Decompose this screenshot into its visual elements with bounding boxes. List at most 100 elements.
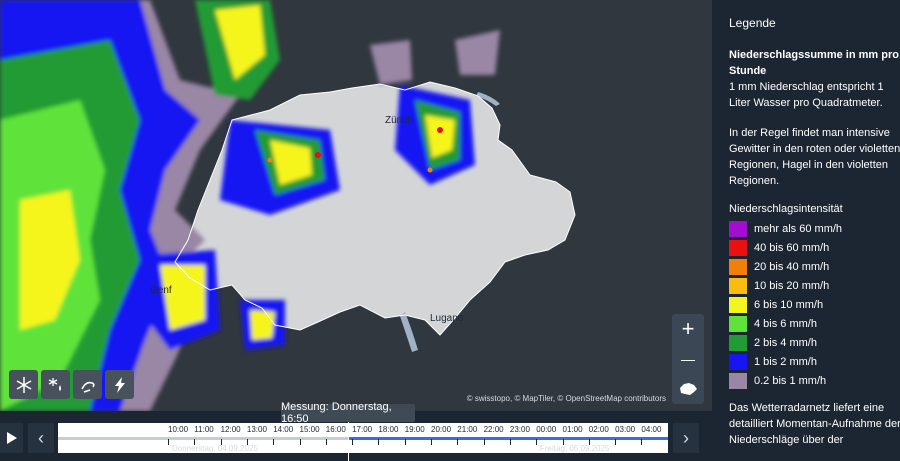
hour-label: 16:00 <box>325 425 346 434</box>
date-right: Freitag, 05.09.2025 <box>540 444 610 453</box>
legend-heading: Niederschlagssumme in mm pro Stunde <box>729 49 899 77</box>
legend-item: 20 bis 40 mm/h <box>729 257 900 276</box>
hour-tick <box>483 439 485 445</box>
hour-tick <box>352 439 354 445</box>
hour-labels: 10:00 11:00 12:00 13:00 14:00 15:00 16:00 17:00… <box>168 425 668 445</box>
hour-label: 13:00 <box>246 425 267 434</box>
hour-label: 04:00 <box>641 425 662 434</box>
hour-tick <box>536 439 538 445</box>
legend-subtext: 1 mm Niederschlag entspricht 1 Liter Was… <box>729 81 884 109</box>
hour-tick <box>404 439 406 445</box>
hour-label: 23:00 <box>509 425 530 434</box>
hour-label: 20:00 <box>431 425 452 434</box>
plus-icon: + <box>681 316 695 341</box>
hour-label: 03:00 <box>615 425 636 434</box>
legend-panel: Legende Niederschlagssumme in mm pro Stu… <box>712 0 900 461</box>
minus-icon: — <box>681 351 695 367</box>
legend-label: 1 bis 2 mm/h <box>754 355 817 368</box>
hour-tick <box>641 439 643 445</box>
hour-label: 12:00 <box>220 425 241 434</box>
hour-label: 18:00 <box>378 425 399 434</box>
radar-map[interactable]: Zürich Genf Lugano © swisstopo, © MapTil… <box>0 0 712 411</box>
hour-label: 14:00 <box>273 425 294 434</box>
legend-label: 4 bis 6 mm/h <box>754 317 817 330</box>
legend-label: 10 bis 20 mm/h <box>754 279 830 292</box>
play-icon <box>6 432 17 444</box>
intensity-list: mehr als 60 mm/h 40 bis 60 mm/h 20 bis 40 … <box>729 219 900 390</box>
legend-item: 0.2 bis 1 mm/h <box>729 371 900 390</box>
zoom-in-button[interactable]: + <box>672 314 704 344</box>
legend-swatch <box>729 220 747 237</box>
legend-description: Niederschlagssumme in mm pro Stunde 1 mm… <box>729 47 900 111</box>
legend-swatch <box>729 258 747 275</box>
legend-label: mehr als 60 mm/h <box>754 222 843 235</box>
city-label-lugano: Lugano <box>430 313 464 324</box>
switzerland-icon <box>680 383 697 395</box>
layer-toggles <box>9 370 134 399</box>
legend-label: 20 bis 40 mm/h <box>754 260 830 273</box>
legend-label: 40 bis 60 mm/h <box>754 241 830 254</box>
legend-item: 2 bis 4 mm/h <box>729 333 900 352</box>
legend-swatch <box>729 277 747 294</box>
measurement-tooltip: Messung: Donnerstag, 16:50 <box>281 401 415 425</box>
wind-icon <box>80 381 95 393</box>
snow-layer-button[interactable] <box>9 370 38 399</box>
legend-label: 6 bis 10 mm/h <box>754 298 824 311</box>
play-button[interactable] <box>0 423 23 453</box>
hour-tick <box>168 439 169 445</box>
legend-paragraph: In der Regel findet man intensive Gewitt… <box>729 127 900 187</box>
snowflake-icon <box>16 376 31 393</box>
switzerland-reset-button[interactable] <box>672 374 704 404</box>
legend-swatch <box>729 315 747 332</box>
intensity-title: Niederschlagsintensität <box>729 203 843 215</box>
legend-label: 2 bis 4 mm/h <box>754 336 817 349</box>
hour-label: 22:00 <box>483 425 504 434</box>
hour-tick <box>299 439 301 445</box>
hour-label: 00:00 <box>536 425 557 434</box>
city-label-genf: Genf <box>150 285 172 296</box>
next-button[interactable]: › <box>673 423 699 453</box>
chevron-right-icon: › <box>683 427 689 448</box>
hour-label: 01:00 <box>562 425 583 434</box>
legend-swatch <box>729 296 747 313</box>
hour-tick <box>431 439 432 445</box>
legend-item: 10 bis 20 mm/h <box>729 276 900 295</box>
hour-label: 17:00 <box>352 425 373 434</box>
wind-layer-button[interactable] <box>73 370 102 399</box>
snow-rain-icon <box>48 377 61 391</box>
previous-button[interactable]: ‹ <box>28 423 54 453</box>
hour-tick <box>325 439 327 445</box>
chevron-left-icon: ‹ <box>38 427 44 448</box>
timeline-forecast-line <box>348 437 668 440</box>
hour-tick <box>378 439 380 445</box>
legend-swatch <box>729 239 747 256</box>
hour-label: 15:00 <box>299 425 320 434</box>
hour-tick <box>509 439 511 445</box>
city-label-zurich: Zürich <box>385 115 413 126</box>
legend-item: 1 bis 2 mm/h <box>729 352 900 371</box>
legend-item: 4 bis 6 mm/h <box>729 314 900 333</box>
lightning-icon <box>114 376 125 393</box>
timeline-past-line <box>58 437 348 440</box>
zoom-out-button[interactable]: — <box>672 344 704 374</box>
legend-item: 6 bis 10 mm/h <box>729 295 900 314</box>
hour-tick <box>615 439 617 445</box>
lightning-layer-button[interactable] <box>105 370 134 399</box>
date-left: Donnerstag, 04.09.2025 <box>172 444 258 453</box>
hour-label: 10:00 <box>168 425 189 434</box>
hour-tick <box>273 439 275 445</box>
legend-item: mehr als 60 mm/h <box>729 219 900 238</box>
map-attribution: © swisstopo, © MapTiler, © OpenStreetMap… <box>466 394 666 403</box>
legend-label: 0.2 bis 1 mm/h <box>754 374 827 387</box>
legend-swatch <box>729 334 747 351</box>
hour-label: 21:00 <box>457 425 478 434</box>
legend-item: 40 bis 60 mm/h <box>729 238 900 257</box>
hour-label: 02:00 <box>588 425 609 434</box>
snow-rain-layer-button[interactable] <box>41 370 70 399</box>
network-text: Das Wetterradarnetz liefert eine detaill… <box>729 402 900 446</box>
legend-swatch <box>729 353 747 370</box>
hour-tick <box>457 439 459 445</box>
radar-layer <box>0 0 712 411</box>
legend-swatch <box>729 372 747 389</box>
hour-label: 19:00 <box>404 425 425 434</box>
